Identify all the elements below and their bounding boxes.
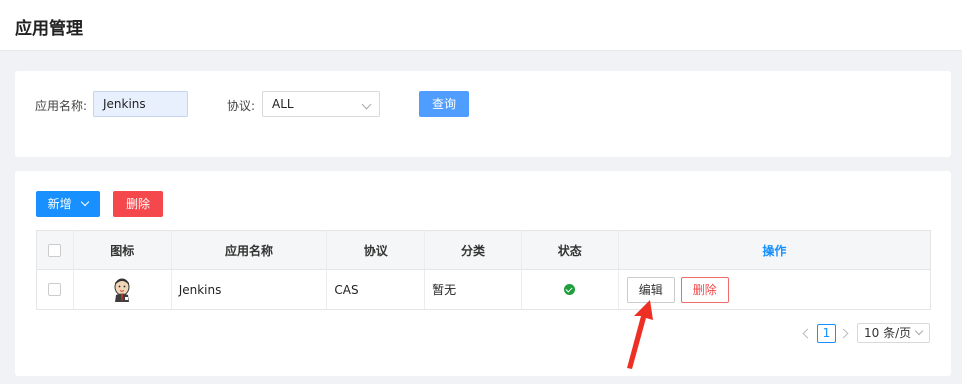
annotation-arrow-icon xyxy=(627,300,653,369)
